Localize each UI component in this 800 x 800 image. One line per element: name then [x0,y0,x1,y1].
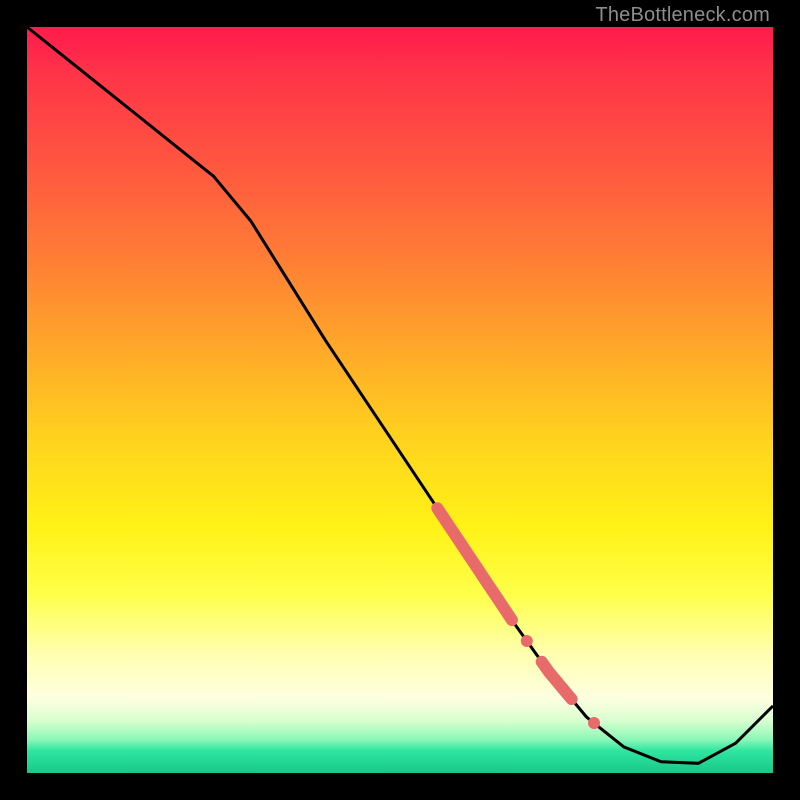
highlight-dot-1 [521,635,533,647]
highlight-segment-2 [542,662,572,699]
highlight-markers [437,508,600,729]
highlight-dot-2 [588,717,600,729]
plot-area [27,27,773,773]
chart-svg [27,27,773,773]
bottleneck-curve [27,27,773,763]
watermark-text: TheBottleneck.com [595,4,770,27]
highlight-segment-1 [437,508,512,620]
chart-frame: TheBottleneck.com [0,0,800,800]
